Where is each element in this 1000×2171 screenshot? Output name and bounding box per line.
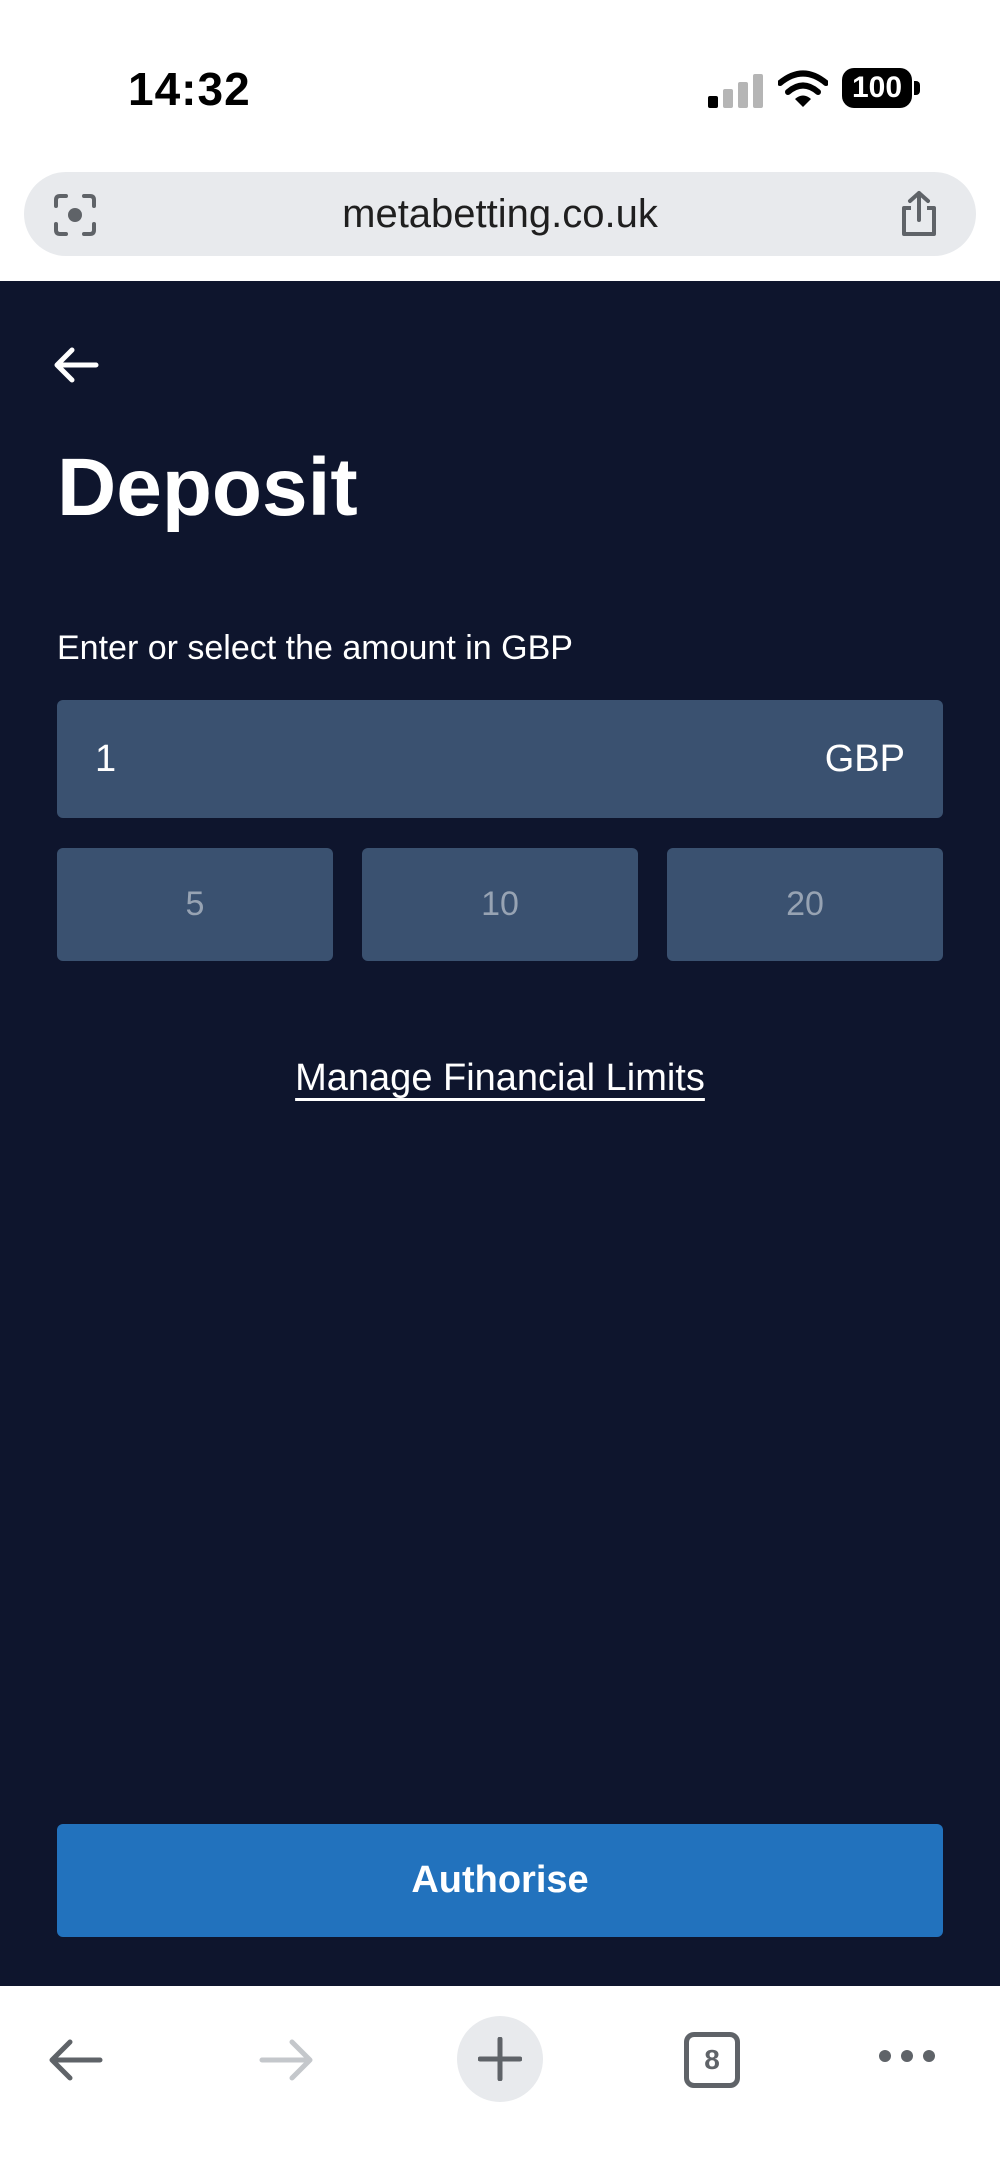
amount-label: Enter or select the amount in GBP bbox=[57, 629, 573, 667]
currency-label: GBP bbox=[824, 738, 905, 780]
back-icon[interactable] bbox=[46, 2038, 104, 2082]
battery-level: 100 bbox=[851, 71, 903, 104]
preset-amount-button[interactable]: 20 bbox=[667, 848, 943, 961]
deposit-page: Deposit Enter or select the amount in GB… bbox=[0, 281, 1000, 1986]
tabs-icon[interactable]: 8 bbox=[684, 2032, 740, 2088]
status-bar: 14:32 100 bbox=[0, 0, 1000, 170]
back-arrow-icon[interactable] bbox=[52, 345, 100, 385]
more-icon[interactable] bbox=[878, 2046, 936, 2066]
share-icon[interactable] bbox=[896, 190, 942, 238]
address-bar[interactable]: metabetting.co.uk bbox=[24, 172, 976, 256]
status-time: 14:32 bbox=[128, 63, 251, 115]
page-title: Deposit bbox=[57, 442, 358, 533]
battery-icon: 100 bbox=[842, 68, 920, 108]
forward-icon[interactable] bbox=[258, 2038, 316, 2082]
wifi-icon bbox=[778, 70, 828, 107]
amount-value[interactable]: 1 bbox=[95, 700, 116, 818]
manage-financial-limits-link[interactable]: Manage Financial Limits bbox=[0, 1057, 1000, 1100]
url-text[interactable]: metabetting.co.uk bbox=[24, 172, 976, 256]
preset-amount-button[interactable]: 10 bbox=[362, 848, 638, 961]
new-tab-button[interactable] bbox=[457, 2016, 543, 2102]
amount-input[interactable]: 1 GBP bbox=[57, 700, 943, 818]
browser-toolbar: 8 bbox=[0, 1986, 1000, 2171]
authorise-button[interactable]: Authorise bbox=[57, 1824, 943, 1937]
signal-icon bbox=[708, 74, 763, 108]
plus-icon bbox=[478, 2037, 522, 2081]
preset-amount-button[interactable]: 5 bbox=[57, 848, 333, 961]
